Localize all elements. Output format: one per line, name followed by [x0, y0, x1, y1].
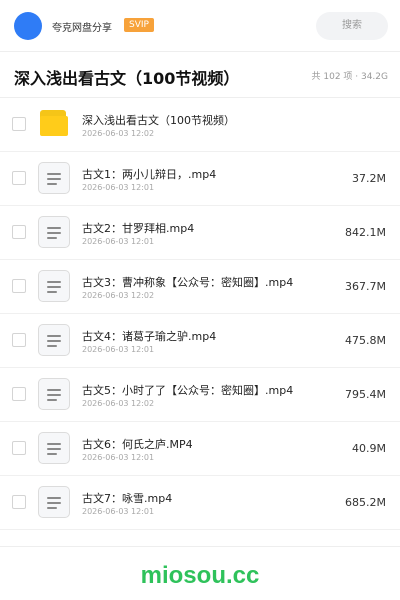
- file-size: 40.9M: [352, 442, 386, 455]
- avatar[interactable]: [14, 12, 42, 40]
- document-icon: [38, 378, 70, 410]
- file-size: 367.7M: [345, 280, 386, 293]
- folder-thumb: [38, 108, 70, 140]
- footer-divider: [0, 546, 400, 547]
- vip-badge: SVIP: [124, 18, 154, 32]
- file-name: 古文5：小时了了【公众号：密知圈】.mp4: [82, 384, 294, 397]
- app-header: 夸克网盘分享 SVIP 搜索: [0, 0, 400, 52]
- list-item[interactable]: 古文4：诸葛子瑜之驴.mp4 2026-06-03 12:01 475.8M: [0, 314, 400, 368]
- file-thumb: [38, 432, 70, 464]
- select-checkbox[interactable]: [12, 171, 26, 185]
- file-thumb: [38, 216, 70, 248]
- select-checkbox[interactable]: [12, 387, 26, 401]
- list-item[interactable]: 古文5：小时了了【公众号：密知圈】.mp4 2026-06-03 12:02 7…: [0, 368, 400, 422]
- document-icon: [38, 162, 70, 194]
- file-thumb: [38, 270, 70, 302]
- file-name: 古文7：咏雪.mp4: [82, 492, 173, 505]
- page-title: 深入浅出看古文（100节视频）: [14, 69, 240, 88]
- item-count-summary: 共 102 项 · 34.2G: [311, 72, 389, 82]
- list-item[interactable]: 古文1：两小儿辩日，.mp4 2026-06-03 12:01 37.2M: [0, 152, 400, 206]
- share-source-name: 夸克网盘分享: [52, 23, 112, 34]
- list-item[interactable]: 古文3：曹冲称象【公众号：密知圈】.mp4 2026-06-03 12:02 3…: [0, 260, 400, 314]
- file-name: 古文3：曹冲称象【公众号：密知圈】.mp4: [82, 276, 294, 289]
- file-size: 37.2M: [352, 172, 386, 185]
- file-name: 古文6：何氏之庐.MP4: [82, 438, 193, 451]
- file-size: 795.4M: [345, 388, 386, 401]
- list-item[interactable]: 古文7：咏雪.mp4 2026-06-03 12:01 685.2M: [0, 476, 400, 530]
- document-icon: [38, 216, 70, 248]
- watermark-text: miosou.cc: [140, 562, 260, 589]
- folder-icon: [38, 110, 68, 136]
- select-checkbox[interactable]: [12, 441, 26, 455]
- file-date: 2026-06-03 12:02: [82, 399, 155, 408]
- file-name: 古文2：甘罗拜相.mp4: [82, 222, 195, 235]
- file-date: 2026-06-03 12:01: [82, 345, 155, 354]
- file-size: 842.1M: [345, 226, 386, 239]
- file-date: 2026-06-03 12:02: [82, 129, 155, 138]
- list-item[interactable]: 古文6：何氏之庐.MP4 2026-06-03 12:01 40.9M: [0, 422, 400, 476]
- file-thumb: [38, 324, 70, 356]
- file-thumb: [38, 486, 70, 518]
- select-checkbox[interactable]: [12, 495, 26, 509]
- file-name: 古文1：两小儿辩日，.mp4: [82, 168, 217, 181]
- search-button[interactable]: 搜索: [316, 12, 388, 40]
- folder-title-bar: 深入浅出看古文（100节视频） 共 102 项 · 34.2G: [0, 52, 400, 98]
- select-checkbox[interactable]: [12, 333, 26, 347]
- file-name: 古文4：诸葛子瑜之驴.mp4: [82, 330, 217, 343]
- file-date: 2026-06-03 12:01: [82, 183, 155, 192]
- file-size: 685.2M: [345, 496, 386, 509]
- file-list: 深入浅出看古文（100节视频） 2026-06-03 12:02 古文1：两小儿…: [0, 98, 400, 530]
- list-item-folder[interactable]: 深入浅出看古文（100节视频） 2026-06-03 12:02: [0, 98, 400, 152]
- document-icon: [38, 270, 70, 302]
- file-date: 2026-06-03 12:01: [82, 453, 155, 462]
- document-icon: [38, 486, 70, 518]
- select-checkbox[interactable]: [12, 279, 26, 293]
- file-thumb: [38, 162, 70, 194]
- select-checkbox[interactable]: [12, 225, 26, 239]
- file-date: 2026-06-03 12:01: [82, 507, 155, 516]
- document-icon: [38, 324, 70, 356]
- file-date: 2026-06-03 12:01: [82, 237, 155, 246]
- select-checkbox[interactable]: [12, 117, 26, 131]
- list-item[interactable]: 古文2：甘罗拜相.mp4 2026-06-03 12:01 842.1M: [0, 206, 400, 260]
- file-date: 2026-06-03 12:02: [82, 291, 155, 300]
- file-thumb: [38, 378, 70, 410]
- document-icon: [38, 432, 70, 464]
- file-size: 475.8M: [345, 334, 386, 347]
- file-name: 深入浅出看古文（100节视频）: [82, 114, 235, 127]
